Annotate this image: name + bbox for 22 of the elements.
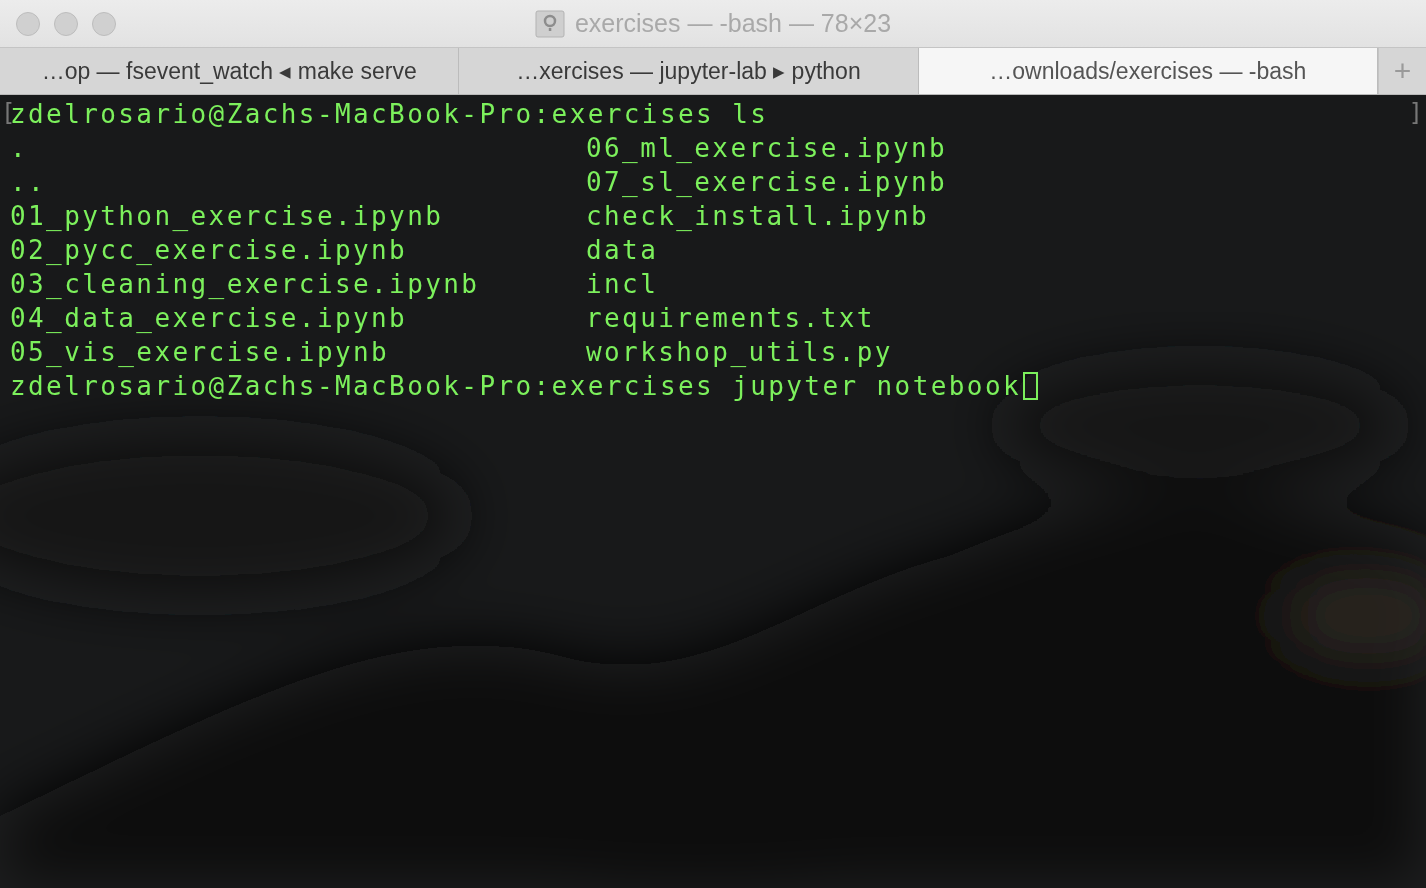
file-name: 04_data_exercise.ipynb (10, 303, 409, 333)
file-name: 03_cleaning_exercise.ipynb (10, 269, 481, 299)
file-name: 06_ml_exercise.ipynb (586, 133, 948, 163)
close-button[interactable] (16, 11, 40, 36)
file-name: workshop_utils.py (586, 337, 893, 367)
file-name: . (10, 133, 30, 163)
command-line: zdelrosario@Zachs-MacBook-Pro:exercises jupyter notebook (10, 371, 1021, 401)
minimize-button[interactable] (54, 11, 78, 36)
file-name: 02_pycc_exercise.ipynb (10, 235, 409, 265)
bracket-mark: ] (1408, 99, 1423, 127)
zoom-button[interactable] (92, 11, 116, 36)
document-icon (534, 9, 565, 38)
file-name: .. (10, 167, 48, 197)
tab[interactable]: …ownloads/exercises — -bash (918, 48, 1378, 94)
file-name: data (586, 235, 659, 265)
file-name: check_install.ipynb (586, 201, 929, 231)
file-name: requirements.txt (586, 303, 875, 333)
window-title: exercises — -bash — 78×23 (574, 9, 892, 38)
file-name: 01_python_exercise.ipynb (10, 201, 445, 231)
file-name: incl (586, 269, 659, 299)
file-name: 07_sl_exercise.ipynb (586, 167, 948, 197)
file-name: 05_vis_exercise.ipynb (10, 337, 391, 367)
